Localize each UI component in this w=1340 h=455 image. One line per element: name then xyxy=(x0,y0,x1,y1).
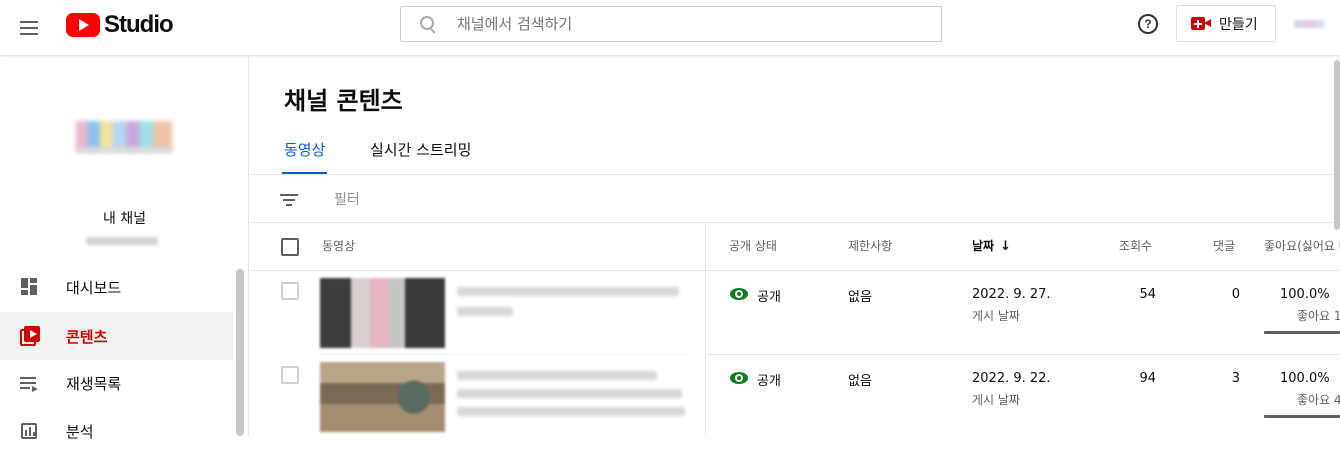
filter-divider xyxy=(250,222,1340,223)
restrictions-value: 없음 xyxy=(848,290,872,305)
sidebar-item-content[interactable]: 콘텐츠 xyxy=(0,312,233,360)
dashboard-icon xyxy=(20,277,40,297)
youtube-logo-icon xyxy=(66,13,100,37)
row-divider xyxy=(705,354,1340,355)
header-row-divider xyxy=(250,270,1340,271)
comments-value: 0 xyxy=(1231,287,1240,302)
sidebar-item-dashboard[interactable]: 대시보드 xyxy=(0,263,233,311)
analytics-icon xyxy=(20,421,40,441)
views-value: 94 xyxy=(1139,371,1156,386)
public-eye-icon xyxy=(730,288,748,300)
create-button[interactable]: 만들기 xyxy=(1176,5,1276,42)
sidebar-scrollbar[interactable] xyxy=(236,269,244,436)
public-eye-icon xyxy=(730,372,748,384)
video-title[interactable] xyxy=(457,287,679,296)
channel-avatar-caption xyxy=(76,147,172,153)
like-ratio-bar xyxy=(1264,415,1340,418)
tab-videos[interactable]: 동영상 xyxy=(281,139,328,175)
studio-logo[interactable]: Studio xyxy=(66,11,174,38)
column-header-date[interactable]: 날짜 ↓ xyxy=(972,237,1011,254)
column-header-visibility[interactable]: 공개 상태 xyxy=(729,237,777,254)
video-description xyxy=(457,389,682,398)
video-thumbnail[interactable] xyxy=(320,278,445,348)
date-value: 2022. 9. 22. xyxy=(972,371,1051,386)
search-box[interactable] xyxy=(400,6,942,42)
sidebar-item-label: 콘텐츠 xyxy=(66,327,108,346)
column-header-likes[interactable]: 좋아요(싫어요 대비) xyxy=(1264,237,1340,254)
tabs-divider xyxy=(250,174,1340,175)
select-all-checkbox[interactable] xyxy=(281,238,299,256)
row-checkbox[interactable] xyxy=(281,282,299,300)
likes-count: 좋아요 1개 xyxy=(1297,309,1340,323)
visibility-value[interactable]: 공개 xyxy=(757,370,781,389)
column-header-views[interactable]: 조회수 xyxy=(1119,237,1152,254)
content-icon xyxy=(20,326,40,346)
logo-text: Studio xyxy=(104,11,174,38)
sort-down-icon: ↓ xyxy=(1000,239,1011,254)
like-ratio-bar xyxy=(1264,331,1340,334)
menu-icon[interactable] xyxy=(18,16,42,40)
search-input[interactable] xyxy=(457,15,917,33)
sidebar-item-label: 재생목록 xyxy=(66,374,122,393)
restrictions-value: 없음 xyxy=(848,374,872,389)
playlist-icon xyxy=(20,373,40,393)
sidebar-item-label: 분석 xyxy=(66,422,94,441)
sidebar: 내 채널 대시보드 콘텐츠 재생목록 분석 xyxy=(0,57,249,441)
visibility-value[interactable]: 공개 xyxy=(757,286,781,305)
video-thumbnail[interactable] xyxy=(320,362,445,432)
likes-percent: 100.0% xyxy=(1280,287,1330,302)
column-divider xyxy=(705,223,706,436)
sidebar-item-analytics[interactable]: 분석 xyxy=(0,407,233,455)
row-checkbox[interactable] xyxy=(281,366,299,384)
video-description xyxy=(457,307,513,316)
video-description xyxy=(457,407,685,416)
page-scrollbar[interactable] xyxy=(1334,60,1340,230)
filter-input[interactable]: 필터 xyxy=(334,189,360,209)
top-bar: Studio ? 만들기 xyxy=(0,0,1340,56)
filter-icon[interactable] xyxy=(280,192,300,208)
date-label: 게시 날짜 xyxy=(972,309,1020,323)
row-divider xyxy=(320,354,690,355)
channel-title: 내 채널 xyxy=(102,211,147,227)
page-title: 채널 콘텐츠 xyxy=(284,87,403,115)
account-avatar[interactable] xyxy=(1294,20,1324,28)
column-header-comments[interactable]: 댓글 xyxy=(1213,237,1235,254)
main-content: 채널 콘텐츠 동영상 실시간 스트리밍 필터 동영상 공개 상태 제한사항 날짜… xyxy=(250,57,1340,436)
create-video-icon xyxy=(1191,17,1211,30)
sidebar-item-label: 대시보드 xyxy=(66,278,122,297)
search-icon xyxy=(419,15,437,33)
column-header-date-label: 날짜 xyxy=(972,239,995,253)
column-header-restrictions[interactable]: 제한사항 xyxy=(848,237,892,254)
channel-handle xyxy=(86,237,158,245)
create-button-label: 만들기 xyxy=(1219,16,1258,33)
comments-value: 3 xyxy=(1231,371,1240,386)
video-title[interactable] xyxy=(457,371,657,380)
likes-percent: 100.0% xyxy=(1280,371,1330,386)
views-value: 54 xyxy=(1139,287,1156,302)
date-label: 게시 날짜 xyxy=(972,393,1020,407)
help-icon[interactable]: ? xyxy=(1138,14,1158,34)
sidebar-item-playlists[interactable]: 재생목록 xyxy=(0,359,233,407)
column-header-video: 동영상 xyxy=(322,239,356,253)
date-value: 2022. 9. 27. xyxy=(972,287,1051,302)
likes-count: 좋아요 4개 xyxy=(1297,393,1340,407)
tab-live-streaming[interactable]: 실시간 스트리밍 xyxy=(370,139,471,175)
